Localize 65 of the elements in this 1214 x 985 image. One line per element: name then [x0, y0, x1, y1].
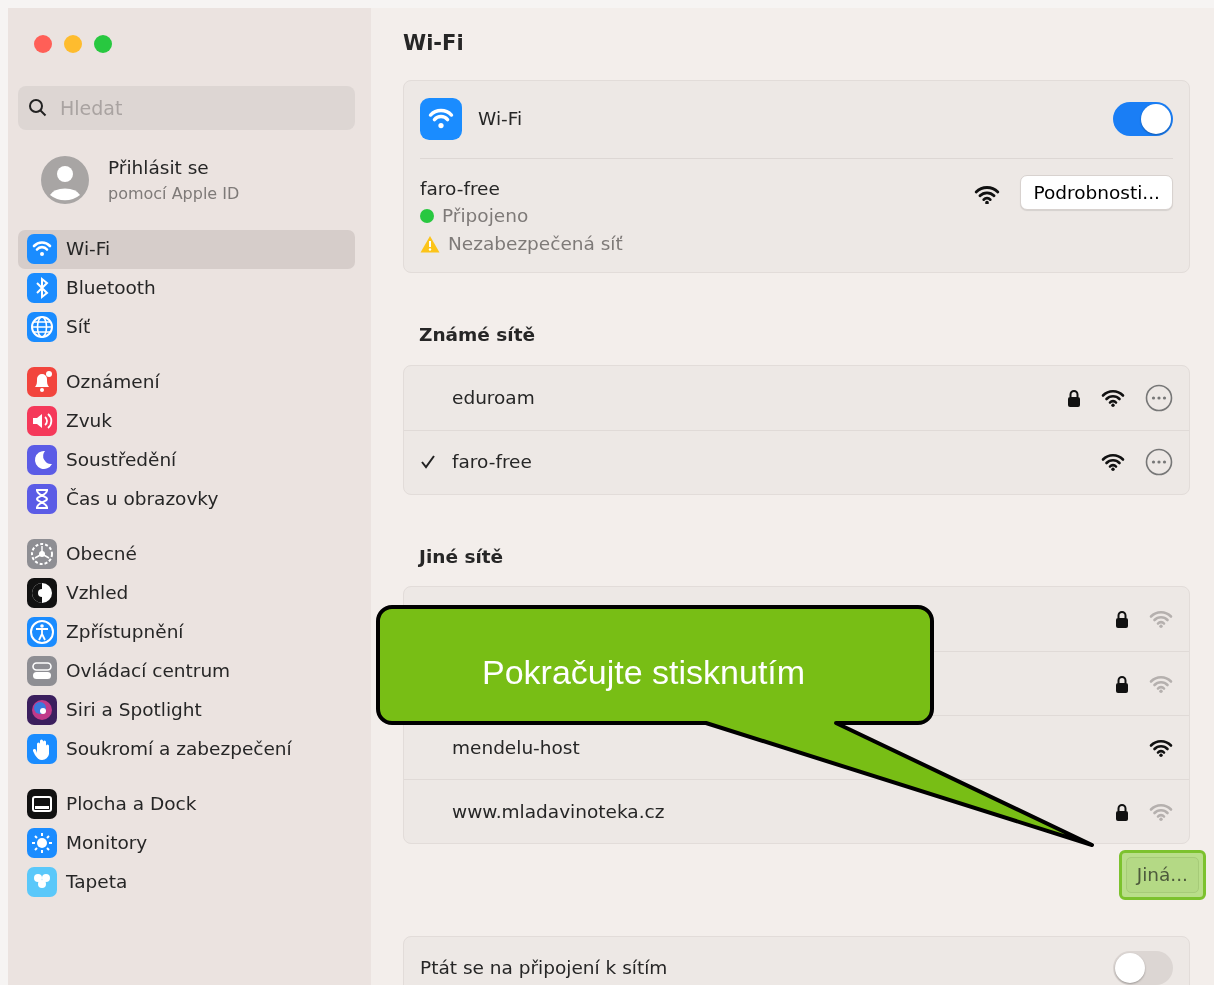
- sidebar-item[interactable]: Bluetooth: [18, 268, 355, 308]
- hourglass-icon: [26, 483, 58, 516]
- sidebar-item[interactable]: Ovládací centrum: [18, 651, 355, 691]
- sidebar-item[interactable]: Tapeta: [18, 862, 355, 902]
- network-name: www.mladavinoteka.cz: [452, 799, 666, 824]
- more-icon[interactable]: [1145, 448, 1173, 476]
- wifi-icon: [420, 98, 462, 140]
- details-button[interactable]: Podrobnosti...: [1020, 174, 1173, 211]
- sidebar-item[interactable]: Vzhled: [18, 573, 355, 613]
- hand-icon: [26, 733, 58, 766]
- checkmark-icon: [420, 454, 436, 470]
- accessibility-icon: [26, 616, 58, 649]
- avatar-icon: [40, 154, 90, 205]
- bluetooth-icon: [26, 272, 58, 305]
- network-name: mendelu-host: [452, 735, 581, 760]
- dock-icon: [26, 788, 58, 821]
- close-button[interactable]: [34, 35, 52, 53]
- network-name: faro-free: [452, 450, 533, 475]
- status-dot: [420, 209, 434, 224]
- wifi-icon: [974, 184, 1001, 204]
- warning-text: Nezabezpečená síť: [448, 232, 623, 256]
- sidebar-item[interactable]: Monitory: [18, 823, 355, 863]
- orb-icon: [26, 694, 58, 727]
- account-title[interactable]: Přihlásit se: [108, 154, 240, 182]
- wifi-icon: [26, 233, 58, 266]
- page-title: Wi-Fi: [403, 30, 465, 57]
- sidebar-item[interactable]: Siri a Spotlight: [18, 690, 355, 730]
- toggle-switch[interactable]: [1113, 102, 1173, 136]
- callout-text: Pokračujte stisknutím: [482, 652, 806, 693]
- wifi-label: Wi-Fi: [478, 107, 524, 132]
- sidebar-item[interactable]: Soukromí a zabezpečení: [18, 729, 355, 769]
- bell-icon: [26, 366, 58, 399]
- sidebar-item[interactable]: Čas u obrazovky: [18, 479, 355, 519]
- moon-icon: [26, 444, 58, 477]
- sun-icon: [26, 827, 58, 860]
- account-subtitle: pomocí Apple ID: [108, 182, 240, 205]
- switches-icon: [26, 655, 58, 688]
- network-row[interactable]: eduroam: [404, 365, 1189, 430]
- gear-icon: [26, 538, 58, 571]
- contrast-icon: [26, 577, 58, 610]
- ask-to-join-label: Ptát se na připojení k sítím: [420, 956, 669, 981]
- sidebar-item[interactable]: Obecné: [18, 534, 355, 574]
- sidebar-item[interactable]: Wi-Fi: [18, 229, 355, 269]
- network-name: faro-free: [420, 176, 501, 201]
- sidebar-item[interactable]: Soustředění: [18, 440, 355, 480]
- toggle-switch[interactable]: [1113, 951, 1173, 985]
- wifi-icon: [1101, 453, 1125, 471]
- network-row[interactable]: faro-free: [404, 429, 1189, 494]
- more-icon[interactable]: [1145, 383, 1173, 412]
- search-icon: [28, 98, 48, 118]
- section-title: Známé sítě: [419, 322, 537, 347]
- globe-icon: [26, 311, 58, 344]
- sidebar-item[interactable]: Síť: [18, 307, 355, 347]
- sidebar-item[interactable]: Plocha a Dock: [18, 784, 355, 824]
- flower-icon: [26, 866, 58, 899]
- other-button[interactable]: Jiná...: [1118, 850, 1206, 900]
- speaker-icon: [26, 405, 58, 438]
- warning-icon: [420, 234, 440, 253]
- wifi-icon: [1101, 388, 1125, 407]
- section-title: Jiné sítě: [419, 544, 505, 569]
- sidebar-item[interactable]: Zpřístupnění: [18, 612, 355, 652]
- network-name: eduroam: [452, 385, 536, 410]
- sidebar-item[interactable]: Zvuk: [18, 401, 355, 441]
- sidebar-item[interactable]: Oznámení: [18, 362, 355, 402]
- status-text: Připojeno: [442, 204, 529, 229]
